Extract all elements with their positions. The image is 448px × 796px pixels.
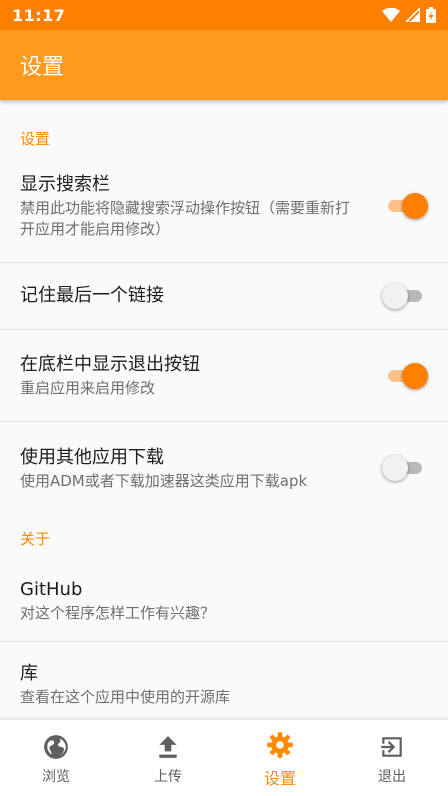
nav-browse[interactable]: 浏览 [0, 720, 112, 796]
status-time: 11:17 [12, 5, 66, 25]
nav-exit[interactable]: 退出 [336, 720, 448, 796]
nav-settings[interactable]: 设置 [224, 720, 336, 796]
nav-upload-label: 上传 [154, 769, 182, 785]
setting-text: GitHub 对这个程序怎样工作有兴趣？ [20, 577, 428, 624]
nav-upload[interactable]: 上传 [112, 720, 224, 796]
status-bar: 11:17 [0, 0, 448, 30]
setting-summary: 查看在这个应用中使用的开源库 [20, 687, 231, 706]
switch-thumb [402, 193, 428, 219]
setting-summary: 使用ADM或者下载加速器这类应用下载apk [20, 471, 308, 490]
nav-exit-label: 退出 [378, 769, 406, 785]
show-exit-button-switch[interactable] [386, 362, 428, 389]
setting-summary: 对这个程序怎样工作有兴趣？ [20, 604, 216, 622]
wifi-icon [382, 8, 400, 22]
setting-show-exit-button[interactable]: 在底栏中显示退出按钮 重启应用来启用修改 [0, 330, 448, 422]
about-libraries[interactable]: 库 查看在这个应用中使用的开源库 [0, 642, 448, 720]
setting-remember-last-link[interactable]: 记住最后一个链接 [0, 263, 448, 330]
setting-title: GitHub [20, 579, 83, 600]
setting-title: 库 [20, 662, 38, 684]
setting-text: 库 查看在这个应用中使用的开源库 [20, 661, 428, 708]
setting-title: 在底栏中显示退出按钮 [20, 354, 200, 375]
cell-signal-icon [406, 8, 420, 22]
show-search-bar-switch[interactable] [386, 193, 428, 219]
switch-thumb [402, 362, 428, 389]
setting-title: 记住最后一个链接 [20, 285, 164, 306]
screen: 11:17 设置 设置 显示搜索栏 禁用此功能将隐藏搜索浮动操作按钮（需要重新打… [0, 0, 448, 796]
globe-icon [44, 735, 68, 759]
setting-title: 使用其他应用下载 [20, 446, 164, 468]
status-icons [382, 7, 436, 23]
bottom-navigation: 浏览 上传 设置 退出 [0, 720, 448, 796]
remember-last-link-switch[interactable] [382, 283, 424, 309]
use-other-downloader-switch[interactable] [382, 455, 424, 481]
gear-icon [267, 732, 293, 758]
setting-text: 显示搜索栏 禁用此功能将隐藏搜索浮动操作按钮（需要重新打开应用才能启用修改） [20, 172, 428, 240]
category-header-settings: 设置 [20, 130, 51, 148]
setting-text: 使用其他应用下载 使用ADM或者下载加速器这类应用下载apk [20, 445, 428, 492]
setting-text: 记住最后一个链接 [20, 283, 428, 309]
setting-title: 显示搜索栏 [20, 174, 110, 195]
setting-use-other-downloader[interactable]: 使用其他应用下载 使用ADM或者下载加速器这类应用下载apk [0, 422, 448, 514]
switch-thumb [382, 283, 408, 309]
battery-charging-icon [426, 7, 436, 23]
setting-show-search-bar[interactable]: 显示搜索栏 禁用此功能将隐藏搜索浮动操作按钮（需要重新打开应用才能启用修改） [0, 150, 448, 263]
exit-icon [381, 737, 402, 757]
about-github[interactable]: GitHub 对这个程序怎样工作有兴趣？ [0, 560, 448, 642]
setting-summary: 重启应用来启用修改 [20, 379, 156, 397]
setting-summary: 禁用此功能将隐藏搜索浮动操作按钮（需要重新打开应用才能启用修改） [20, 199, 351, 238]
setting-text: 在底栏中显示退出按钮 重启应用来启用修改 [20, 352, 428, 399]
category-header-about: 关于 [20, 530, 51, 548]
settings-list[interactable]: 设置 显示搜索栏 禁用此功能将隐藏搜索浮动操作按钮（需要重新打开应用才能启用修改… [0, 100, 448, 720]
page-title: 设置 [20, 55, 65, 80]
nav-settings-label: 设置 [263, 769, 296, 788]
app-bar: 设置 [0, 30, 448, 100]
nav-browse-label: 浏览 [42, 769, 70, 785]
upload-icon [159, 736, 177, 758]
switch-thumb [382, 455, 408, 481]
